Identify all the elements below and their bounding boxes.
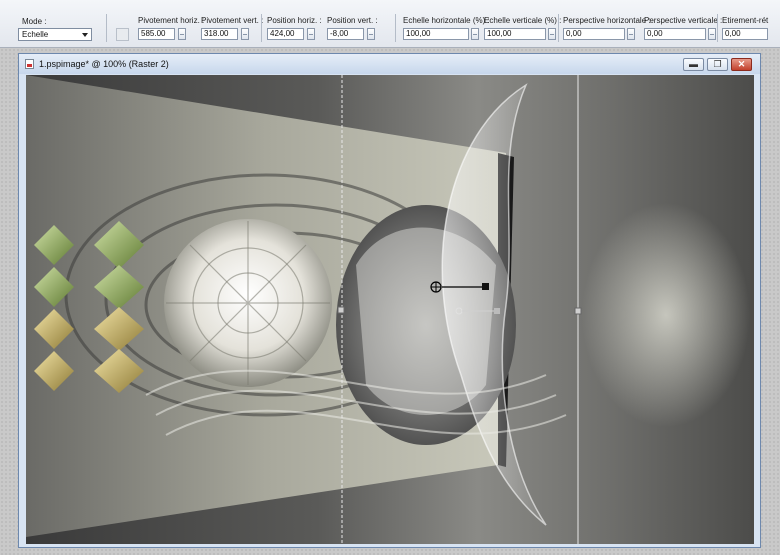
close-button[interactable]: ✕ <box>731 58 752 71</box>
position-horiz-input[interactable]: 424,00 <box>267 28 304 40</box>
pivot-handle[interactable] <box>430 281 442 293</box>
stretch-label: Etirement-rét <box>722 16 769 25</box>
position-horiz-label: Position horiz. : <box>267 16 322 25</box>
canvas-artwork <box>26 75 582 544</box>
image-canvas[interactable] <box>26 75 754 544</box>
perspective-vert-label: Perspective verticale : <box>644 16 723 25</box>
minimize-button[interactable]: ▬ <box>683 58 704 71</box>
position-horiz-spinner[interactable] <box>307 28 315 40</box>
scale-horiz-input[interactable]: 100,00 <box>403 28 469 40</box>
scale-vert-input[interactable]: 100,00 <box>484 28 546 40</box>
preset-icon[interactable] <box>116 28 129 41</box>
pivot-horiz-label: Pivotement horiz. : <box>138 16 205 25</box>
pivot-vert-input[interactable]: 318.00 <box>201 28 238 40</box>
pivot-horiz-spinner[interactable] <box>178 28 186 40</box>
document-titlebar[interactable]: 1.pspimage* @ 100% (Raster 2) ▬ ❐ ✕ <box>19 54 760 74</box>
mode-label: Mode : <box>22 17 47 26</box>
flower-image <box>164 219 332 387</box>
secondary-handle[interactable] <box>494 308 500 314</box>
position-vert-spinner[interactable] <box>367 28 375 40</box>
toolbar-separator <box>395 14 396 42</box>
position-vert-input[interactable]: -8,00 <box>327 28 364 40</box>
stretch-input[interactable]: 0,00 <box>722 28 768 40</box>
minimize-icon: ▬ <box>689 59 698 69</box>
document-title: 1.pspimage* @ 100% (Raster 2) <box>39 59 169 69</box>
toolbar-separator <box>106 14 107 42</box>
scale-vert-label: Echelle verticale (%) : <box>484 16 562 25</box>
toolbar-separator <box>717 14 718 42</box>
perspective-vert-input[interactable]: 0,00 <box>644 28 706 40</box>
toolbar-separator <box>558 14 559 42</box>
scale-vert-spinner[interactable] <box>548 28 556 40</box>
rotation-handle[interactable] <box>482 283 489 290</box>
scale-horiz-spinner[interactable] <box>471 28 479 40</box>
pivot-vert-spinner[interactable] <box>241 28 249 40</box>
maximize-icon: ❐ <box>713 59 722 69</box>
pivot-vert-label: Pivotement vert. : <box>201 16 264 25</box>
close-icon: ✕ <box>737 59 746 69</box>
right-scale-handle[interactable] <box>574 307 582 315</box>
mode-select-value: Echelle <box>22 30 49 39</box>
document-icon <box>25 59 34 69</box>
perspective-horiz-label: Perspective horizontale : <box>563 16 651 25</box>
left-scale-handle[interactable] <box>337 306 345 314</box>
maximize-button[interactable]: ❐ <box>707 58 728 71</box>
tool-options-toolbar: Mode : Echelle Pivotement horiz. : 585.0… <box>0 0 780 48</box>
toolbar-separator <box>261 14 262 42</box>
pivot-horiz-input[interactable]: 585.00 <box>138 28 175 40</box>
scale-horiz-label: Echelle horizontale (%) : <box>403 16 490 25</box>
perspective-horiz-spinner[interactable] <box>627 28 635 40</box>
document-window: 1.pspimage* @ 100% (Raster 2) ▬ ❐ ✕ <box>18 53 761 548</box>
perspective-horiz-input[interactable]: 0,00 <box>563 28 625 40</box>
perspective-vert-spinner[interactable] <box>708 28 716 40</box>
mode-select[interactable]: Echelle <box>18 28 92 41</box>
position-vert-label: Position vert. : <box>327 16 378 25</box>
chevron-down-icon <box>82 33 88 37</box>
